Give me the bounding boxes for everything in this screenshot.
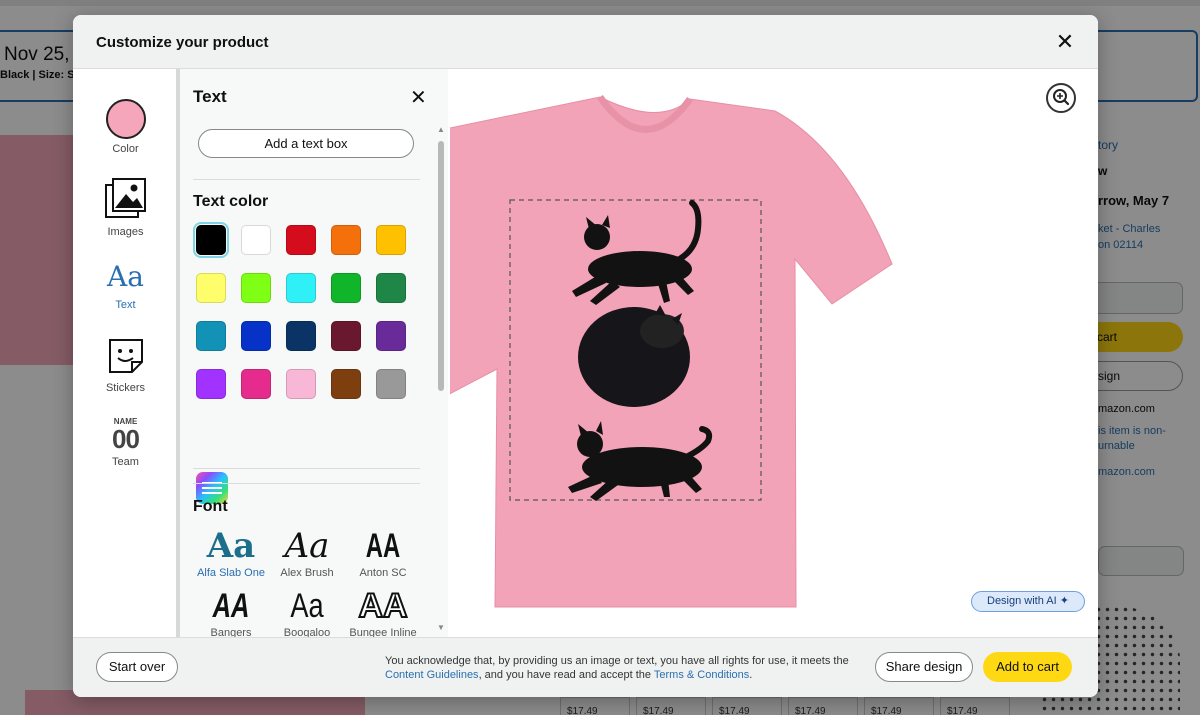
images-icon <box>104 178 146 218</box>
tool-rail: Color Images Aa Text Stickers NAME 00 Te… <box>73 69 178 637</box>
rail-item-label: Color <box>112 143 139 155</box>
font-grid: Aa Alfa Slab One Aa Alex Brush AA Anton … <box>193 529 423 637</box>
disclaimer-text: You acknowledge that, by providing us an… <box>385 655 849 667</box>
terms-link[interactable]: Terms & Conditions <box>654 669 749 681</box>
rail-item-label: Text <box>115 299 136 311</box>
font-tile-alfa-slab-one[interactable]: Aa Alfa Slab One <box>193 529 269 579</box>
rail-item-text[interactable]: Aa Text <box>73 259 178 311</box>
font-tile-bungee-inline[interactable]: AA Bungee Inline <box>345 587 421 637</box>
font-sample: Aa <box>284 526 330 566</box>
panel-title: Text <box>193 87 227 106</box>
text-color-swatch[interactable] <box>286 273 316 303</box>
divider <box>193 483 420 484</box>
text-color-swatch[interactable] <box>331 369 361 399</box>
design-with-ai-label: Design with AI <box>987 595 1057 607</box>
text-color-swatch[interactable] <box>286 369 316 399</box>
text-color-swatch[interactable] <box>331 273 361 303</box>
text-color-swatch[interactable] <box>376 225 406 255</box>
stickers-icon <box>108 339 143 373</box>
text-color-swatch[interactable] <box>196 273 226 303</box>
modal-header: Customize your product ✕ <box>73 15 1098 69</box>
tshirt-preview <box>450 94 893 608</box>
start-over-button[interactable]: Start over <box>96 652 178 682</box>
text-color-title: Text color <box>193 193 269 210</box>
text-color-swatch[interactable] <box>376 273 406 303</box>
rail-item-images[interactable]: Images <box>73 177 178 238</box>
design-canvas[interactable]: Design with AI ✦ <box>450 69 1098 637</box>
font-name: Bungee Inline <box>349 627 417 637</box>
divider <box>193 468 420 469</box>
panel-scrollbar[interactable]: ▲ ▼ <box>437 125 445 635</box>
divider <box>193 179 420 180</box>
scroll-down-icon[interactable]: ▼ <box>437 623 445 632</box>
font-sample: AA <box>365 527 401 565</box>
content-guidelines-link[interactable]: Content Guidelines <box>385 669 479 681</box>
text-color-swatch[interactable] <box>331 321 361 351</box>
panel-close-icon[interactable]: ✕ <box>410 85 427 110</box>
font-name: Alex Brush <box>280 567 334 579</box>
add-to-cart-button[interactable]: Add to cart <box>983 652 1072 682</box>
rail-item-label: Images <box>107 226 144 238</box>
text-color-swatch[interactable] <box>241 225 271 255</box>
font-sample: AA <box>212 587 250 625</box>
add-text-box-button[interactable]: Add a text box <box>198 129 414 158</box>
design-with-ai-button[interactable]: Design with AI ✦ <box>971 591 1085 612</box>
text-color-swatch[interactable] <box>241 369 271 399</box>
disclaimer-text: . <box>749 669 753 681</box>
text-color-swatch[interactable] <box>196 321 226 351</box>
modal-title: Customize your product <box>96 34 269 51</box>
text-color-swatch[interactable] <box>331 225 361 255</box>
font-name: Anton SC <box>359 567 407 579</box>
rail-item-team[interactable]: NAME 00 Team <box>73 417 178 468</box>
text-color-swatch[interactable] <box>286 225 316 255</box>
text-icon: Aa <box>107 260 144 293</box>
text-color-swatch[interactable] <box>196 369 226 399</box>
modal-footer: Start over You acknowledge that, by prov… <box>73 637 1098 697</box>
team-icon: NAME 00 <box>106 417 146 452</box>
text-color-swatch[interactable] <box>193 222 229 258</box>
font-name: Alfa Slab One <box>197 567 265 579</box>
font-tile-anton-sc[interactable]: AA Anton SC <box>345 529 421 579</box>
modal-close-icon[interactable]: ✕ <box>1052 29 1078 55</box>
text-color-swatch[interactable] <box>286 321 316 351</box>
font-tile-boogaloo[interactable]: Aa Boogaloo <box>269 589 345 637</box>
text-panel: Text ✕ Add a text box Text color Font Aa… <box>180 69 448 637</box>
zoom-icon[interactable] <box>1046 83 1076 113</box>
scroll-up-icon[interactable]: ▲ <box>437 125 445 134</box>
sparkle-icon: ✦ <box>1059 595 1069 607</box>
text-color-swatch[interactable] <box>241 273 271 303</box>
color-swatch-icon <box>105 99 146 139</box>
text-color-swatch[interactable] <box>376 369 406 399</box>
share-design-button[interactable]: Share design <box>875 652 973 682</box>
font-title: Font <box>193 498 228 515</box>
scroll-thumb[interactable] <box>438 141 444 391</box>
font-tile-bangers[interactable]: AA Bangers <box>193 589 269 637</box>
team-icon-number: 00 <box>112 424 140 454</box>
disclaimer-text: , and you have read and accept the <box>478 669 654 681</box>
rail-item-label: Stickers <box>105 382 146 394</box>
text-color-grid <box>193 222 420 399</box>
rail-item-color[interactable]: Color <box>73 99 178 155</box>
customize-modal: Customize your product ✕ Color Images Aa… <box>73 15 1098 697</box>
text-color-swatch[interactable] <box>241 321 271 351</box>
font-sample: Aa <box>290 587 324 625</box>
rights-disclaimer: You acknowledge that, by providing us an… <box>385 654 865 682</box>
font-name: Boogaloo <box>283 627 331 637</box>
rail-item-label: Team <box>112 456 139 468</box>
font-name: Bangers <box>210 627 252 637</box>
text-color-swatch[interactable] <box>376 321 406 351</box>
font-sample: Aa <box>206 526 256 566</box>
font-tile-alex-brush[interactable]: Aa Alex Brush <box>269 529 345 579</box>
rail-item-stickers[interactable]: Stickers <box>73 337 178 394</box>
font-sample: AA <box>357 587 408 625</box>
